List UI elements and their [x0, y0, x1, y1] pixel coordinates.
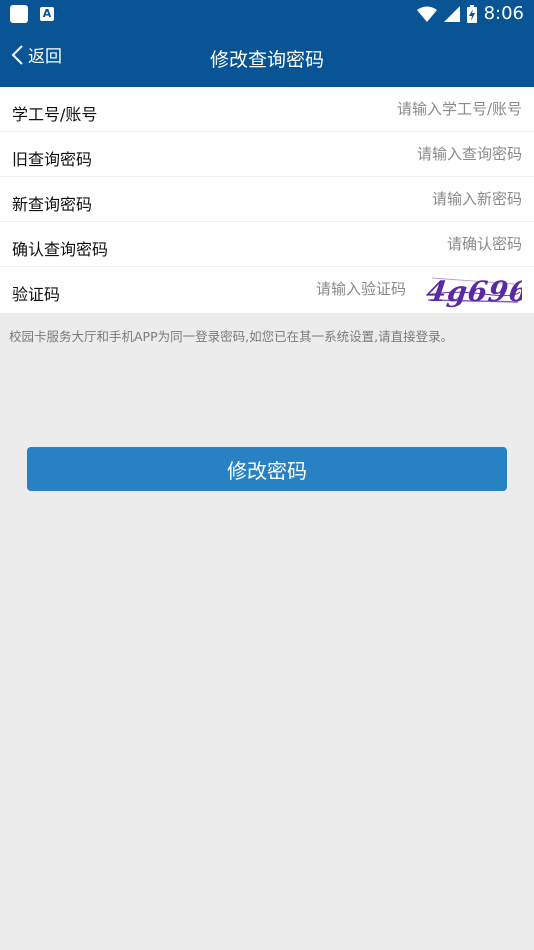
account-input[interactable] [222, 95, 522, 123]
old-password-label: 旧查询密码 [12, 150, 93, 169]
new-password-input[interactable] [222, 185, 522, 213]
captcha-row: 验证码 4g696 [0, 267, 534, 313]
status-bar: A 8:06 [0, 0, 534, 28]
change-password-button[interactable]: 修改密码 [27, 447, 507, 491]
old-password-row: 旧查询密码 [0, 132, 534, 177]
battery-charging-icon [466, 5, 477, 23]
new-password-row: 新查询密码 [0, 177, 534, 222]
password-form: 学工号/账号 旧查询密码 新查询密码 确认查询密码 验证码 4g696 [0, 87, 534, 313]
captcha-image[interactable]: 4g696 [424, 270, 522, 310]
a-icon: A [40, 7, 54, 21]
wifi-icon [416, 6, 437, 22]
status-icons: 8:06 [416, 3, 524, 25]
page-title: 修改查询密码 [209, 49, 324, 71]
app-bar: 返回 修改查询密码 [0, 28, 534, 87]
confirm-password-row: 确认查询密码 [0, 222, 534, 267]
account-row: 学工号/账号 [0, 87, 534, 132]
captcha-label: 验证码 [12, 285, 61, 304]
signal-icon [443, 6, 460, 22]
account-label: 学工号/账号 [12, 105, 98, 124]
new-password-label: 新查询密码 [12, 195, 93, 214]
login-note: 校园卡服务大厅和手机APP为同一登录密码,如您已在其一系统设置,请直接登录。 [9, 329, 454, 344]
confirm-password-input[interactable] [222, 230, 522, 258]
app-icon [10, 5, 28, 23]
old-password-input[interactable] [222, 140, 522, 168]
clock: 8:06 [483, 3, 524, 24]
confirm-password-label: 确认查询密码 [12, 240, 109, 259]
notification-icons: A [10, 5, 54, 23]
captcha-text: 4g696 [425, 275, 522, 308]
captcha-input[interactable] [206, 275, 406, 303]
